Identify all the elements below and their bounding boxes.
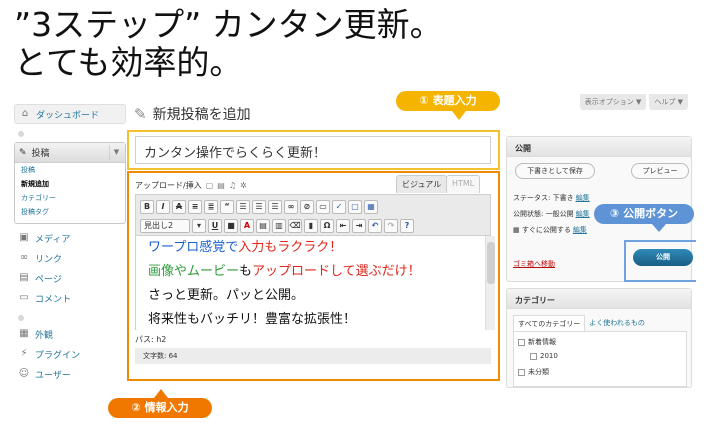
sidebar-item-comments[interactable]: ▭ コメント	[14, 288, 126, 308]
visibility-edit-link[interactable]: 編集	[576, 210, 590, 218]
menu-separator	[18, 315, 24, 321]
categories-box-title: カテゴリー	[507, 289, 691, 309]
callout-step2-pointer	[154, 389, 168, 398]
sidebar-posts-menu: ✎ 投稿 ▼ 投稿 新規追加 カテゴリー 投稿タグ	[14, 142, 126, 224]
callout-step3-pointer	[652, 224, 666, 232]
schedule-edit-link[interactable]: 編集	[573, 226, 587, 234]
step1-highlight-frame	[127, 130, 500, 170]
category-checklist: 新着情報 2010 未分類	[513, 331, 687, 387]
screen-options-button[interactable]: 表示オプション ▼	[579, 94, 647, 110]
category-checkbox[interactable]	[530, 352, 537, 360]
plugin-icon: ⚡	[20, 348, 28, 359]
wordpress-admin-screenshot: ⌂ ダッシュボード ✎ 投稿 ▼ 投稿 新規追加 カテゴリー 投稿タグ ▣ メデ…	[10, 90, 696, 390]
users-icon: ☺	[18, 368, 30, 379]
chevron-down-icon[interactable]: ▼	[109, 145, 123, 160]
page-icon: ▤	[19, 272, 29, 283]
sidebar-sub-categories[interactable]: カテゴリー	[15, 191, 125, 205]
headline-line-1: ”3ステップ” カンタン更新。	[14, 5, 443, 44]
pushpin-icon: ✎	[134, 105, 147, 123]
category-item[interactable]: 2010	[530, 352, 558, 360]
sidebar-item-label: プラグイン	[35, 350, 81, 361]
preview-button[interactable]: プレビュー	[631, 163, 689, 179]
status-line: ステータス: 下書き 編集	[513, 193, 590, 203]
visibility-label: 公開状態: 一般公開	[513, 210, 574, 218]
sidebar-item-label: ページ	[35, 274, 62, 285]
category-tabs: すべてのカテゴリー よく使われるもの	[513, 315, 649, 332]
tab-all-categories[interactable]: すべてのカテゴリー	[513, 315, 586, 332]
callout-step1: ① 表題入力	[396, 91, 500, 111]
sidebar-item-media[interactable]: ▣ メディア	[14, 228, 126, 248]
sidebar-item-posts[interactable]: ✎ 投稿 ▼	[15, 143, 125, 163]
pin-icon: ✎	[19, 147, 27, 158]
callout-step1-pointer	[452, 111, 466, 120]
tab-popular-categories[interactable]: よく使われるもの	[585, 315, 649, 332]
sidebar-item-label: ユーザー	[35, 370, 71, 381]
callout-step2: ② 情報入力	[108, 398, 212, 418]
sidebar-sub-posts[interactable]: 投稿	[15, 163, 125, 177]
category-label: 2010	[540, 352, 558, 360]
headline: ”3ステップ” カンタン更新。 とても効率的。	[14, 6, 704, 82]
sidebar-item-label: 外観	[35, 330, 54, 341]
media-icon: ▣	[19, 232, 29, 243]
category-item[interactable]: 新着情報	[518, 337, 556, 347]
sidebar-item-appearance[interactable]: ▦ 外観	[14, 324, 126, 344]
category-label: 新着情報	[528, 338, 556, 346]
schedule-label: すぐに公開する	[521, 226, 571, 234]
callout-step3: ③ 公開ボタン	[594, 204, 694, 224]
step2-highlight-frame	[127, 171, 500, 381]
category-checkbox[interactable]	[518, 368, 525, 376]
appearance-icon: ▦	[19, 328, 29, 339]
status-edit-link[interactable]: 編集	[576, 194, 590, 202]
status-label: ステータス: 下書き	[513, 194, 574, 202]
sidebar-item-label: 投稿	[31, 149, 50, 159]
visibility-line: 公開状態: 一般公開 編集	[513, 209, 590, 219]
category-label: 未分類	[528, 368, 549, 376]
save-draft-button[interactable]: 下書きとして保存	[515, 163, 595, 179]
link-icon: ∞	[19, 252, 29, 263]
sidebar-sub-add-new[interactable]: 新規追加	[15, 177, 125, 191]
home-icon: ⌂	[21, 108, 29, 119]
sidebar-item-users[interactable]: ☺ ユーザー	[14, 364, 126, 384]
help-button[interactable]: ヘルプ ▼	[649, 94, 688, 110]
comment-icon: ▭	[19, 292, 29, 303]
sidebar-item-links[interactable]: ∞ リンク	[14, 248, 126, 268]
sidebar-item-label: メディア	[35, 234, 71, 245]
calendar-icon: ▦	[513, 226, 520, 234]
publish-box-title: 公開	[507, 137, 691, 157]
category-item[interactable]: 未分類	[518, 367, 549, 377]
step3-highlight-frame	[624, 240, 696, 282]
schedule-line: ▦ すぐに公開する 編集	[513, 225, 587, 235]
menu-separator	[18, 131, 24, 137]
category-checkbox[interactable]	[518, 338, 525, 346]
sidebar-item-pages[interactable]: ▤ ページ	[14, 268, 126, 288]
sidebar-sub-tags[interactable]: 投稿タグ	[15, 205, 125, 219]
page-title-text: 新規投稿を追加	[152, 107, 251, 123]
headline-line-2: とても効率的。	[14, 43, 243, 82]
admin-sidebar: ⌂ ダッシュボード ✎ 投稿 ▼ 投稿 新規追加 カテゴリー 投稿タグ ▣ メデ…	[14, 90, 126, 390]
sidebar-item-label: リンク	[35, 254, 63, 265]
sidebar-item-label: ダッシュボード	[36, 110, 100, 121]
screen-meta-links: 表示オプション ▼ ヘルプ ▼	[579, 94, 688, 110]
page-title: ✎ 新規投稿を追加	[134, 104, 251, 124]
sidebar-item-label: コメント	[35, 294, 72, 305]
sidebar-item-plugins[interactable]: ⚡ プラグイン	[14, 344, 126, 364]
move-to-trash-link[interactable]: ゴミ箱へ移動	[513, 259, 555, 269]
sidebar-item-dashboard[interactable]: ⌂ ダッシュボード	[14, 104, 126, 124]
categories-box: カテゴリー すべてのカテゴリー よく使われるもの 新着情報 2010 未分類	[506, 288, 692, 388]
